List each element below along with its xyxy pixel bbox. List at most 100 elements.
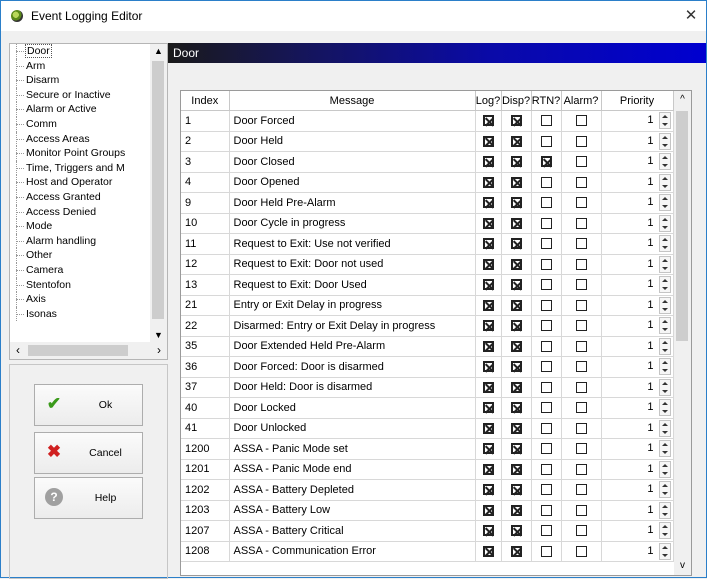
- table-row[interactable]: 1207 ASSA - Battery Critical 1: [181, 520, 674, 542]
- rtn-checkbox[interactable]: [540, 545, 552, 557]
- log-checkbox[interactable]: [482, 176, 494, 188]
- log-checkbox[interactable]: [482, 197, 494, 209]
- log-checkbox[interactable]: [482, 422, 494, 434]
- rtn-checkbox[interactable]: [540, 320, 552, 332]
- table-row[interactable]: 40 Door Locked 1: [181, 397, 674, 419]
- priority-value[interactable]: 1: [647, 234, 653, 253]
- tree-item-other[interactable]: Other: [10, 248, 148, 263]
- tree-item-access-areas[interactable]: Access Areas: [10, 131, 148, 147]
- priority-spinner-icon[interactable]: [658, 296, 671, 314]
- rtn-checkbox[interactable]: [540, 299, 552, 311]
- priority-value[interactable]: 1: [647, 275, 653, 294]
- log-checkbox[interactable]: [482, 545, 494, 557]
- log-checkbox[interactable]: [482, 443, 494, 455]
- alarm-checkbox[interactable]: [575, 463, 587, 475]
- tree-item-comm[interactable]: Comm: [10, 116, 148, 132]
- priority-value[interactable]: 1: [647, 439, 653, 458]
- table-row[interactable]: 2 Door Held 1: [181, 131, 674, 152]
- disp-checkbox[interactable]: [510, 504, 522, 516]
- alarm-checkbox[interactable]: [575, 279, 587, 291]
- alarm-checkbox[interactable]: [575, 135, 587, 147]
- priority-spinner-icon[interactable]: [658, 460, 671, 478]
- alarm-checkbox[interactable]: [575, 156, 587, 168]
- table-row[interactable]: 4 Door Opened 1: [181, 172, 674, 193]
- priority-spinner-icon[interactable]: [658, 522, 671, 539]
- tree-item-time-triggers-and-m[interactable]: Time, Triggers and M: [10, 160, 148, 176]
- priority-spinner-icon[interactable]: [658, 501, 671, 519]
- disp-checkbox[interactable]: [510, 115, 522, 127]
- disp-checkbox[interactable]: [510, 320, 522, 332]
- priority-spinner-icon[interactable]: [658, 399, 671, 416]
- rtn-checkbox[interactable]: [540, 525, 552, 537]
- tree-item-arm[interactable]: Arm: [10, 58, 148, 74]
- alarm-checkbox[interactable]: [575, 320, 587, 332]
- scroll-up-icon[interactable]: ^: [674, 91, 691, 109]
- disp-checkbox[interactable]: [510, 279, 522, 291]
- rtn-checkbox[interactable]: [540, 381, 552, 393]
- rtn-checkbox[interactable]: [540, 463, 552, 475]
- rtn-checkbox[interactable]: [540, 340, 552, 352]
- disp-checkbox[interactable]: [510, 381, 522, 393]
- disp-checkbox[interactable]: [510, 525, 522, 537]
- priority-spinner-icon[interactable]: [658, 132, 671, 150]
- priority-value[interactable]: 1: [647, 132, 653, 151]
- log-checkbox[interactable]: [482, 299, 494, 311]
- log-checkbox[interactable]: [482, 156, 494, 168]
- scroll-down-icon[interactable]: v: [674, 557, 691, 575]
- priority-value[interactable]: 1: [647, 398, 653, 417]
- alarm-checkbox[interactable]: [575, 381, 587, 393]
- table-row[interactable]: 22 Disarmed: Entry or Exit Delay in progr…: [181, 315, 674, 337]
- table-row[interactable]: 1201 ASSA - Panic Mode end 1: [181, 459, 674, 480]
- rtn-checkbox[interactable]: [540, 156, 552, 168]
- column-header-disp[interactable]: Disp?: [501, 91, 532, 111]
- rtn-checkbox[interactable]: [540, 258, 552, 270]
- priority-spinner-icon[interactable]: [658, 358, 671, 375]
- alarm-checkbox[interactable]: [575, 176, 587, 188]
- tree-vertical-scrollbar[interactable]: ▲ ▼: [150, 44, 167, 342]
- log-checkbox[interactable]: [482, 504, 494, 516]
- priority-value[interactable]: 1: [647, 521, 653, 540]
- alarm-checkbox[interactable]: [575, 525, 587, 537]
- log-checkbox[interactable]: [482, 402, 494, 414]
- table-row[interactable]: 36 Door Forced: Door is disarmed 1: [181, 356, 674, 378]
- disp-checkbox[interactable]: [510, 545, 522, 557]
- alarm-checkbox[interactable]: [575, 504, 587, 516]
- disp-checkbox[interactable]: [510, 156, 522, 168]
- log-checkbox[interactable]: [482, 381, 494, 393]
- priority-spinner-icon[interactable]: [658, 481, 671, 498]
- disp-checkbox[interactable]: [510, 484, 522, 496]
- alarm-checkbox[interactable]: [575, 422, 587, 434]
- rtn-checkbox[interactable]: [540, 422, 552, 434]
- tree-horizontal-scrollbar[interactable]: ‹ ›: [10, 342, 167, 359]
- rtn-checkbox[interactable]: [540, 135, 552, 147]
- alarm-checkbox[interactable]: [575, 484, 587, 496]
- scroll-right-icon[interactable]: ›: [151, 342, 167, 359]
- table-row[interactable]: 12 Request to Exit: Door not used 1: [181, 254, 674, 275]
- tree-item-stentofon[interactable]: Stentofon: [10, 277, 148, 293]
- rtn-checkbox[interactable]: [540, 402, 552, 414]
- table-row[interactable]: 10 Door Cycle in progress 1: [181, 213, 674, 234]
- cancel-button[interactable]: ✖ Cancel: [34, 432, 143, 474]
- disp-checkbox[interactable]: [510, 402, 522, 414]
- log-checkbox[interactable]: [482, 135, 494, 147]
- column-header-alarm[interactable]: Alarm?: [561, 91, 602, 111]
- disp-checkbox[interactable]: [510, 135, 522, 147]
- disp-checkbox[interactable]: [510, 361, 522, 373]
- table-row[interactable]: 35 Door Extended Held Pre-Alarm 1: [181, 336, 674, 357]
- ok-button[interactable]: ✔ Ok: [34, 384, 143, 426]
- priority-value[interactable]: 1: [647, 316, 653, 335]
- priority-value[interactable]: 1: [647, 419, 653, 438]
- disp-checkbox[interactable]: [510, 422, 522, 434]
- grid-vertical-scrollbar[interactable]: ^ v: [674, 91, 691, 575]
- priority-value[interactable]: 1: [647, 378, 653, 397]
- tree-item-alarm-or-active[interactable]: Alarm or Active: [10, 102, 148, 117]
- tree-item-host-and-operator[interactable]: Host and Operator: [10, 175, 148, 190]
- log-checkbox[interactable]: [482, 484, 494, 496]
- tree-item-camera[interactable]: Camera: [10, 262, 148, 278]
- tree-item-monitor-point-groups[interactable]: Monitor Point Groups: [10, 146, 148, 161]
- alarm-checkbox[interactable]: [575, 115, 587, 127]
- log-checkbox[interactable]: [482, 320, 494, 332]
- log-checkbox[interactable]: [482, 340, 494, 352]
- priority-spinner-icon[interactable]: [658, 173, 671, 191]
- priority-value[interactable]: 1: [647, 152, 653, 171]
